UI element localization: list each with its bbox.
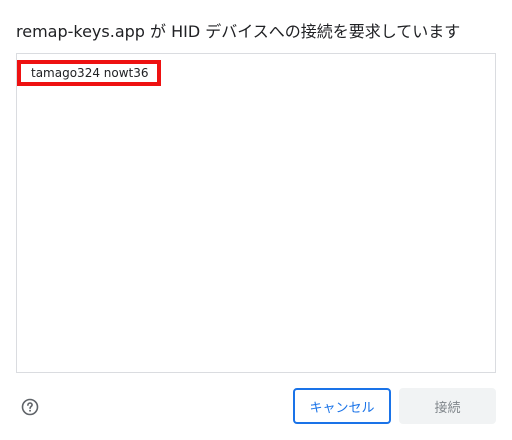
- connect-button[interactable]: 接続: [399, 388, 496, 424]
- cancel-button[interactable]: キャンセル: [293, 388, 391, 424]
- help-circle-icon[interactable]: [21, 398, 39, 416]
- device-item[interactable]: tamago324 nowt36: [17, 60, 161, 86]
- dialog-title: remap-keys.app が HID デバイスへの接続を要求しています: [16, 22, 461, 41]
- device-item-label: tamago324 nowt36: [31, 66, 149, 80]
- hid-permission-dialog: remap-keys.app が HID デバイスへの接続を要求しています ta…: [0, 0, 512, 440]
- device-list[interactable]: tamago324 nowt36: [16, 53, 496, 373]
